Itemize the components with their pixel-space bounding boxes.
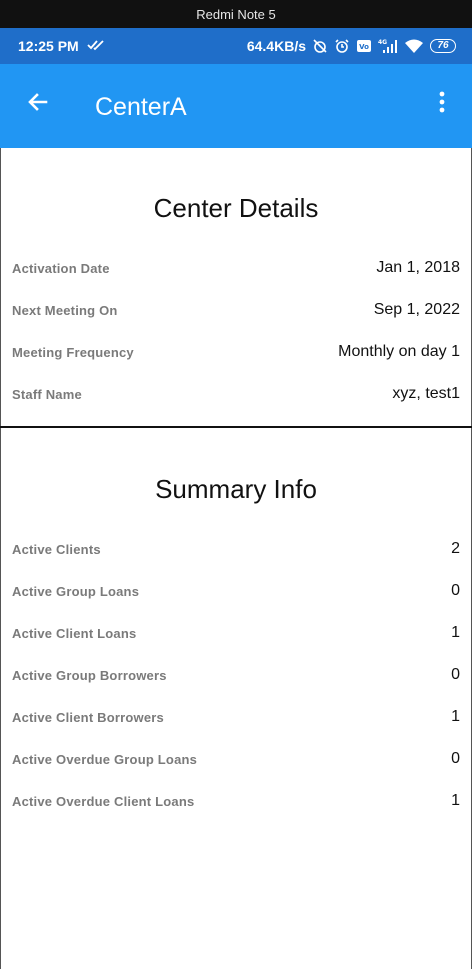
detail-row-meeting-frequency: Meeting Frequency Monthly on day 1 [0,339,472,369]
app-bar: CenterA [0,64,472,148]
detail-value: xyz, test1 [392,385,460,402]
back-button[interactable] [22,86,54,118]
summary-value: 1 [451,708,460,725]
network-speed: 64.4KB/s [246,38,306,54]
summary-row-active-overdue-client-loans: Active Overdue Client Loans 1 [0,788,472,818]
summary-row-active-group-borrowers: Active Group Borrowers 0 [0,662,472,692]
summary-row-active-clients: Active Clients 2 [0,536,472,566]
summary-row-active-overdue-group-loans: Active Overdue Group Loans 0 [0,746,472,776]
arrow-back-icon [28,93,48,111]
battery-level: 76 [437,40,449,51]
status-bar: 12:25 PM 64.4KB/s Vo 4G 76 [0,28,472,64]
summary-value: 0 [451,666,460,683]
summary-value: 2 [451,540,460,557]
alarm-icon [334,38,350,54]
volte-icon: Vo [356,39,372,53]
detail-label: Activation Date [12,261,110,276]
summary-value: 0 [451,750,460,767]
svg-text:4G: 4G [378,39,387,46]
summary-label: Active Group Loans [12,584,140,599]
summary-label: Active Clients [12,542,101,557]
wifi-icon [404,38,424,54]
status-time: 12:25 PM [18,38,79,54]
detail-row-activation-date: Activation Date Jan 1, 2018 [0,255,472,285]
detail-value: Sep 1, 2022 [373,301,460,318]
signal-4g-icon: 4G [378,38,398,54]
summary-value: 1 [451,624,460,641]
summary-label: Active Client Borrowers [12,710,164,725]
detail-row-next-meeting: Next Meeting On Sep 1, 2022 [0,297,472,327]
more-vert-icon [439,91,445,113]
center-details-heading: Center Details [153,193,319,223]
summary-label: Active Overdue Group Loans [12,752,198,767]
detail-label: Staff Name [12,387,82,402]
section-divider [0,426,472,428]
detail-value: Jan 1, 2018 [376,259,460,276]
detail-value: Monthly on day 1 [338,343,460,360]
battery-icon: 76 [430,39,456,53]
summary-row-active-client-borrowers: Active Client Borrowers 1 [0,704,472,734]
detail-row-staff-name: Staff Name xyz, test1 [0,381,472,411]
summary-info-heading: Summary Info [155,474,317,504]
svg-text:Vo: Vo [359,43,369,51]
device-name: Redmi Note 5 [196,6,276,22]
summary-value: 0 [451,582,460,599]
summary-value: 1 [451,792,460,809]
more-options-button[interactable] [430,86,454,118]
detail-label: Meeting Frequency [12,345,134,360]
summary-label: Active Client Loans [12,626,137,641]
summary-row-active-group-loans: Active Group Loans 0 [0,578,472,608]
page-title: CenterA [95,93,187,121]
summary-label: Active Overdue Client Loans [12,794,195,809]
summary-row-active-client-loans: Active Client Loans 1 [0,620,472,650]
summary-label: Active Group Borrowers [12,668,167,683]
detail-label: Next Meeting On [12,303,118,318]
device-name-bar: Redmi Note 5 [0,0,472,28]
alarm-off-icon [312,38,328,54]
double-check-icon [87,38,105,54]
